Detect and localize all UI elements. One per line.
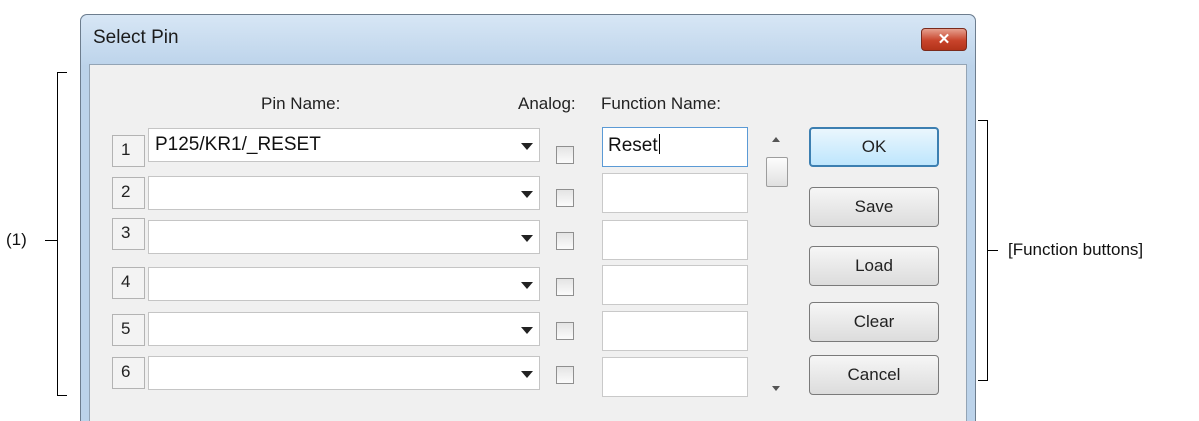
pin-name-combobox[interactable] [148,312,540,346]
callout-label-1: (1) [6,230,27,249]
function-name-input[interactable] [602,357,748,397]
row-number: 5 [112,314,145,346]
function-name-input[interactable] [602,173,748,213]
function-name-input[interactable] [602,311,748,351]
analog-checkbox[interactable] [556,322,574,340]
dialog-title: Select Pin [93,27,179,48]
vertical-scrollbar[interactable] [763,127,791,401]
row-number: 6 [112,357,145,389]
scroll-up-arrow-icon[interactable] [772,137,780,142]
clear-button[interactable]: Clear [809,302,939,342]
row-number: 2 [112,177,145,209]
analog-checkbox[interactable] [556,189,574,207]
dropdown-arrow-icon[interactable] [521,371,533,378]
analog-checkbox[interactable] [556,232,574,250]
function-name-input[interactable] [602,220,748,260]
callout-label-function-buttons: [Function buttons] [1008,240,1144,259]
dialog-client-area: Pin Name: Analog: Function Name: 1 P125/… [89,64,967,421]
pin-name-combobox[interactable] [148,220,540,254]
function-name-input[interactable] [602,265,748,305]
close-icon: ✕ [937,31,951,48]
function-name-input[interactable]: Reset [602,127,748,167]
dropdown-arrow-icon[interactable] [521,282,533,289]
pin-name-combobox[interactable] [148,356,540,390]
dropdown-arrow-icon[interactable] [521,235,533,242]
analog-checkbox[interactable] [556,278,574,296]
pin-name-combobox[interactable]: P125/KR1/_RESET [148,128,540,162]
scroll-down-arrow-icon[interactable] [772,386,780,391]
dropdown-arrow-icon[interactable] [521,191,533,198]
cancel-button[interactable]: Cancel [809,355,939,395]
pin-name-header: Pin Name: [261,94,341,113]
function-name-value: Reset [608,134,660,156]
pin-name-combobox[interactable] [148,267,540,301]
row-number: 1 [112,135,145,167]
dropdown-arrow-icon[interactable] [521,143,533,150]
close-button[interactable]: ✕ [921,28,967,51]
pin-name-combobox[interactable] [148,176,540,210]
row-number: 4 [112,267,145,299]
function-name-header: Function Name: [601,94,721,113]
load-button[interactable]: Load [809,246,939,286]
dropdown-arrow-icon[interactable] [521,327,533,334]
select-pin-dialog: Select Pin ✕ Pin Name: Analog: Function … [80,14,976,421]
pin-name-value: P125/KR1/_RESET [155,134,321,155]
ok-button[interactable]: OK [809,127,939,167]
analog-checkbox[interactable] [556,146,574,164]
text-caret [658,134,660,154]
analog-header: Analog: [518,94,576,113]
title-bar: Select Pin ✕ [81,15,975,65]
scrollbar-thumb[interactable] [766,157,788,187]
row-number: 3 [112,218,145,250]
analog-checkbox[interactable] [556,366,574,384]
save-button[interactable]: Save [809,187,939,227]
